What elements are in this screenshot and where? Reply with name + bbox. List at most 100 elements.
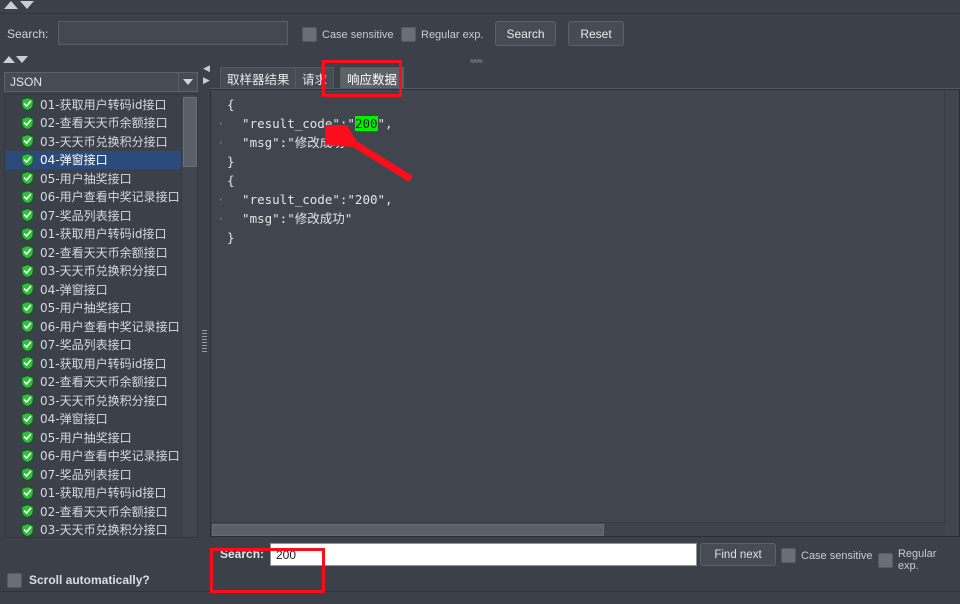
shield-success-icon xyxy=(21,282,34,297)
list-item[interactable]: 07-奖品列表接口 xyxy=(5,206,183,225)
search-button[interactable]: Search xyxy=(495,21,556,46)
shield-success-icon xyxy=(21,356,34,371)
shield-success-icon xyxy=(21,337,34,352)
list-item[interactable]: 03-天天币兑换积分接口 xyxy=(5,262,183,281)
sampler-result-list[interactable]: 01-获取用户转码id接口 02-查看天天币余额接口 03-天天币兑换积分接口 04-… xyxy=(4,94,198,538)
triangle-up-icon[interactable] xyxy=(3,56,15,63)
top-regular-exp-label: Regular exp. xyxy=(421,28,484,41)
response-line-text: "result_code":" xyxy=(227,116,355,131)
checkbox-icon[interactable] xyxy=(302,27,317,42)
tab-scroll-arrows-icon[interactable]: ◀ ▶ xyxy=(203,62,211,88)
top-regular-exp-checkbox[interactable]: Regular exp. xyxy=(401,27,483,42)
line-gutter-marker: · xyxy=(217,116,225,131)
list-item-label: 03-天天币兑换积分接口 xyxy=(40,523,168,537)
list-item-label: 03-天天币兑换积分接口 xyxy=(40,134,168,149)
response-line: } xyxy=(217,228,393,247)
top-case-sensitive-label: Case sensitive xyxy=(322,28,394,41)
triangle-down-icon[interactable] xyxy=(16,56,28,63)
list-item[interactable]: 06-用户查看中奖记录接口 xyxy=(5,188,183,207)
checkbox-icon[interactable] xyxy=(878,552,893,568)
tab-request[interactable]: 请求 xyxy=(295,67,335,89)
find-next-button[interactable]: Find next xyxy=(700,543,776,566)
triangle-down-icon[interactable] xyxy=(20,1,34,9)
shield-success-icon xyxy=(21,319,34,334)
top-search-input[interactable] xyxy=(58,21,288,45)
list-item-label: 05-用户抽奖接口 xyxy=(40,171,132,186)
tab-sampler-result[interactable]: 取样器结果 xyxy=(220,67,297,89)
list-item-label: 02-查看天天币余额接口 xyxy=(40,504,168,519)
triangle-up-icon[interactable] xyxy=(4,1,18,9)
list-item[interactable]: 01-获取用户转码id接口 xyxy=(5,95,183,114)
list-item[interactable]: 04-弹窗接口 xyxy=(5,280,183,299)
response-line: · "result_code":"200", xyxy=(217,190,393,209)
shield-success-icon xyxy=(21,411,34,426)
response-line: { xyxy=(217,171,393,190)
list-item-label: 01-获取用户转码id接口 xyxy=(40,227,167,242)
checkbox-icon[interactable] xyxy=(401,27,416,42)
checkbox-icon[interactable] xyxy=(7,572,22,588)
response-line-text: "msg":"修改成功" xyxy=(227,135,353,150)
find-regular-exp-label: Regular exp. xyxy=(897,548,937,572)
shield-success-icon xyxy=(21,226,34,241)
shield-success-icon xyxy=(21,245,34,260)
list-item[interactable]: 01-获取用户转码id接口 xyxy=(5,484,183,503)
response-data-viewer[interactable]: {· "result_code":"200", · "msg":"修改成功"}{·… xyxy=(210,89,960,537)
list-item-label: 02-查看天天币余额接口 xyxy=(40,375,168,390)
list-item[interactable]: 02-查看天天币余额接口 xyxy=(5,373,183,392)
list-item[interactable]: 04-弹窗接口 xyxy=(5,410,183,429)
shield-success-icon xyxy=(21,134,34,149)
response-vertical-scrollbar[interactable] xyxy=(944,90,959,536)
list-item[interactable]: 04-弹窗接口 xyxy=(5,150,183,169)
list-item[interactable]: 02-查看天天币余额接口 xyxy=(5,502,183,521)
scroll-automatically-checkbox[interactable]: Scroll automatically? xyxy=(0,570,200,590)
list-item[interactable]: 05-用户抽奖接口 xyxy=(5,299,183,318)
response-horizontal-scrollbar[interactable] xyxy=(211,522,946,536)
response-line-text: { xyxy=(227,173,235,188)
left-results-panel: JSON 01-获取用户转码id接口 02-查看天天币余额接口 03-天天币兑换积分… xyxy=(0,70,200,568)
reset-button[interactable]: Reset xyxy=(568,21,624,46)
line-gutter-marker: · xyxy=(217,192,225,207)
list-item[interactable]: 05-用户抽奖接口 xyxy=(5,169,183,188)
panel-splitter[interactable] xyxy=(200,70,210,568)
list-item[interactable]: 07-奖品列表接口 xyxy=(5,336,183,355)
collapse-arrows-second[interactable] xyxy=(3,56,28,63)
list-item[interactable]: 07-奖品列表接口 xyxy=(5,465,183,484)
list-item[interactable]: 03-天天币兑换积分接口 xyxy=(5,521,183,537)
response-hscrollbar-thumb[interactable] xyxy=(212,524,604,536)
jmeter-window: Search: Case sensitive Regular exp. Sear… xyxy=(0,0,960,604)
top-case-sensitive-checkbox[interactable]: Case sensitive xyxy=(302,27,394,42)
divider-line xyxy=(0,13,960,14)
find-regular-exp-checkbox[interactable]: Regular exp. xyxy=(878,548,960,572)
chevron-down-icon[interactable] xyxy=(178,73,197,91)
list-item[interactable]: 01-获取用户转码id接口 xyxy=(5,354,183,373)
list-item-label: 06-用户查看中奖记录接口 xyxy=(40,449,180,464)
response-line-text: } xyxy=(227,230,235,245)
tab-response-data[interactable]: 响应数据 xyxy=(340,67,405,89)
list-scrollbar-thumb[interactable] xyxy=(183,97,197,167)
list-item[interactable]: 03-天天币兑换积分接口 xyxy=(5,132,183,151)
list-item[interactable]: 06-用户查看中奖记录接口 xyxy=(5,317,183,336)
splitter-grip-icon[interactable] xyxy=(202,330,207,352)
list-item[interactable]: 02-查看天天币余额接口 xyxy=(5,114,183,133)
list-item-label: 04-弹窗接口 xyxy=(40,282,108,297)
list-item-label: 05-用户抽奖接口 xyxy=(40,430,132,445)
checkbox-icon[interactable] xyxy=(781,548,796,563)
line-gutter-marker: · xyxy=(217,211,225,226)
list-item[interactable]: 01-获取用户转码id接口 xyxy=(5,225,183,244)
list-item[interactable]: 06-用户查看中奖记录接口 xyxy=(5,447,183,466)
list-vertical-scrollbar[interactable] xyxy=(181,95,197,537)
collapse-arrows-top[interactable] xyxy=(4,1,34,9)
shield-success-icon xyxy=(21,393,34,408)
list-item-label: 02-查看天天币余额接口 xyxy=(40,116,168,131)
list-item[interactable]: 03-天天币兑换积分接口 xyxy=(5,391,183,410)
find-search-input[interactable] xyxy=(270,543,697,566)
list-item-label: 04-弹窗接口 xyxy=(40,412,108,427)
format-combobox[interactable]: JSON xyxy=(4,72,198,92)
format-combobox-value: JSON xyxy=(10,75,43,89)
find-search-label: Search: xyxy=(220,547,265,561)
shield-success-icon xyxy=(21,208,34,223)
find-case-sensitive-checkbox[interactable]: Case sensitive xyxy=(781,548,873,563)
list-item[interactable]: 02-查看天天币余额接口 xyxy=(5,243,183,262)
list-item[interactable]: 05-用户抽奖接口 xyxy=(5,428,183,447)
shield-success-icon xyxy=(21,430,34,445)
